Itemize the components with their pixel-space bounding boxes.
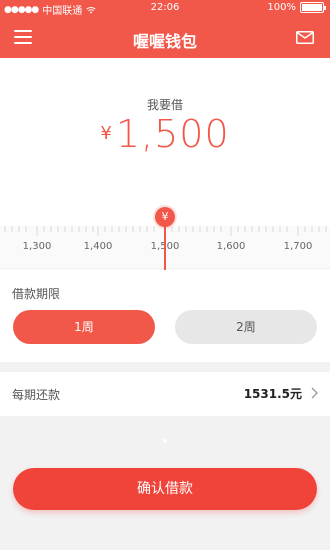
ruler-pointer-knob[interactable]: ¥ bbox=[155, 207, 175, 227]
page-indicator bbox=[0, 428, 330, 447]
app-header: 喔喔钱包 bbox=[0, 18, 330, 58]
repayment-value: 1531.5元 bbox=[243, 387, 302, 401]
chevron-right-icon bbox=[311, 387, 318, 399]
confirm-loan-button[interactable]: 确认借款 bbox=[13, 468, 317, 510]
ruler-tick-label: 1,700 bbox=[283, 241, 313, 252]
term-label: 借款期限 bbox=[12, 287, 61, 301]
ruler-tick-label: 1,600 bbox=[216, 241, 246, 252]
battery-icon bbox=[300, 2, 326, 13]
amount-value: 1,500 bbox=[115, 112, 230, 156]
status-bar: ●●●●● 中国联通 22:06 100% bbox=[0, 0, 330, 18]
ruler-tick-label: 1,300 bbox=[22, 241, 52, 252]
mail-icon[interactable] bbox=[296, 31, 314, 44]
repayment-row[interactable]: 每期还款 1531.5元 bbox=[0, 372, 330, 416]
term-option-2-weeks[interactable]: 2周 bbox=[175, 310, 317, 344]
repayment-label: 每期还款 bbox=[12, 388, 61, 402]
ruler-tick-label: 1,400 bbox=[83, 241, 113, 252]
amount-label: 我要借 bbox=[146, 98, 183, 112]
loan-amount: ¥1,500 bbox=[0, 112, 330, 156]
currency-symbol: ¥ bbox=[100, 123, 112, 144]
status-right: 100% bbox=[267, 2, 326, 13]
page-dot bbox=[163, 439, 167, 443]
page-title: 喔喔钱包 bbox=[132, 32, 197, 51]
term-option-1-week[interactable]: 1周 bbox=[13, 310, 155, 344]
battery-percent: 100% bbox=[267, 2, 296, 13]
top-bar: ●●●●● 中国联通 22:06 100% 喔喔钱包 bbox=[0, 0, 330, 58]
